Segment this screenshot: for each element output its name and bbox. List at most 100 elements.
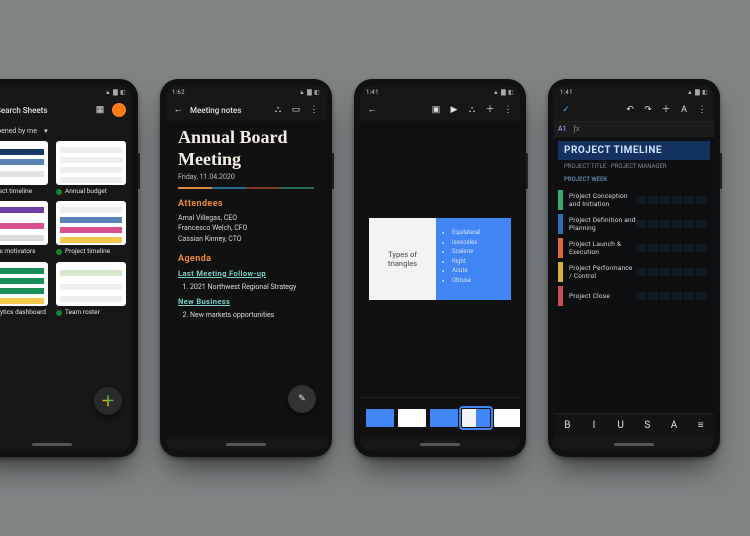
slide-bullet: Acute: [452, 266, 503, 276]
slide-bullet: Right: [452, 257, 503, 267]
doc-card[interactable]: Analytics dashboard: [0, 262, 48, 316]
doc-thumbnail: [56, 262, 126, 306]
back-icon[interactable]: ←: [366, 104, 378, 116]
status-bar: 1:41 ▲▇◧: [360, 85, 520, 99]
new-doc-fab[interactable]: ＋: [94, 387, 122, 415]
bold-button[interactable]: B: [560, 419, 574, 433]
gesture-bar: [0, 437, 132, 451]
strike-button[interactable]: S: [640, 419, 654, 433]
doc-thumbnail: [56, 201, 126, 245]
agenda-item-1: 2021 Northwest Regional Strategy: [190, 282, 314, 293]
accent-bar: [178, 187, 314, 189]
search-bar[interactable]: ≡ Search Sheets ▦: [0, 99, 132, 121]
phase-row[interactable]: Project Launch & Execution: [558, 238, 710, 258]
doc-thumbnail: [56, 141, 126, 185]
slide-canvas[interactable]: Types of triangles EquilateralIsoscelesS…: [360, 121, 520, 397]
meeting-date: Friday, 11.04.2020: [178, 173, 314, 181]
cast-icon[interactable]: ▣: [430, 104, 442, 116]
plus-icon: ＋: [101, 391, 115, 411]
phase-timeline-cells: [636, 196, 710, 204]
meeting-title-line2: Meeting: [178, 149, 314, 169]
redo-icon[interactable]: ↷: [642, 104, 654, 116]
meeting-title-line1: Annual Board: [178, 127, 314, 147]
slide-bullet: Scalene: [452, 247, 503, 257]
filmstrip: ▦: [360, 397, 520, 437]
doc-card[interactable]: Annual budget: [56, 141, 126, 195]
slide-thumb-1[interactable]: [366, 409, 394, 427]
doc-card[interactable]: Project timeline: [56, 201, 126, 255]
fx-icon: ƒx: [571, 123, 583, 135]
phase-row[interactable]: Project Performance / Control: [558, 262, 710, 282]
doc-name: Team roster: [65, 309, 100, 316]
italic-button[interactable]: I: [587, 419, 601, 433]
slide-thumb-3[interactable]: [430, 409, 458, 427]
comment-icon[interactable]: ▭: [290, 104, 302, 116]
insert-icon[interactable]: ＋: [660, 104, 672, 116]
phase-name: Project Performance / Control: [563, 264, 636, 280]
format-icon[interactable]: A: [678, 104, 690, 116]
slide-body: EquilateralIsoscelesScaleneRightAcuteObt…: [436, 218, 511, 300]
doc-name: Analytics dashboard: [0, 309, 46, 316]
insert-icon[interactable]: ＋: [484, 104, 496, 116]
attendees-list: Amal Villegas, CEOFrancesco Welch, CFOCa…: [178, 213, 314, 243]
doc-name: Annual budget: [65, 188, 107, 195]
status-time: 1:41: [366, 89, 379, 96]
phase-timeline-cells: [636, 244, 710, 252]
people-icon[interactable]: ⛬: [466, 104, 478, 116]
align-button[interactable]: ≡: [694, 419, 708, 433]
sheets-icon: [56, 249, 62, 255]
edit-fab[interactable]: ✎: [288, 385, 316, 413]
cell-reference: A1: [558, 125, 567, 133]
underline-button[interactable]: U: [614, 419, 628, 433]
format-toolbar: BIUSA ≡: [554, 413, 714, 437]
people-icon[interactable]: ⛬: [272, 104, 284, 116]
phone-sheets-editor: 1:41 ▲▇◧ ✓ ↶ ↷ ＋ A ⋮ A1 ƒx PROJECT TIMEL…: [548, 79, 720, 457]
accept-icon[interactable]: ✓: [560, 104, 572, 116]
overflow-icon[interactable]: ⋮: [308, 104, 320, 116]
agenda-heading: Agenda: [178, 254, 314, 264]
slide-thumb-4-selected[interactable]: [462, 409, 490, 427]
doc-thumbnail: [0, 262, 48, 306]
sheet-title-cell[interactable]: PROJECT TIMELINE: [558, 141, 710, 160]
doc-thumbnail: [0, 201, 48, 245]
overflow-icon[interactable]: ⋮: [502, 104, 514, 116]
phone-slides: 1:41 ▲▇◧ ← ▣ ▶ ⛬ ＋ ⋮ Types of triangles …: [354, 79, 526, 457]
gesture-bar: [360, 437, 520, 451]
doc-card[interactable]: Sales motivators: [0, 201, 48, 255]
phase-name: Project Close: [563, 292, 636, 300]
phone-sheets-home: 1:62 ▲▇◧ ≡ Search Sheets ▦ Last opened b…: [0, 79, 138, 457]
text-color-button[interactable]: A: [667, 419, 681, 433]
present-icon[interactable]: ▶: [448, 104, 460, 116]
avatar[interactable]: [112, 103, 126, 117]
overflow-icon[interactable]: ⋮: [696, 104, 708, 116]
formula-bar[interactable]: A1 ƒx: [554, 121, 714, 137]
slide-thumb-2[interactable]: [398, 409, 426, 427]
status-icons: ▲▇◧: [105, 89, 126, 96]
status-time: 1:41: [560, 89, 573, 96]
doc-thumbnail: [0, 141, 48, 185]
doc-card[interactable]: Project timeline: [0, 141, 48, 195]
phase-name: Project Conception and Initiation: [563, 192, 636, 208]
phase-row[interactable]: Project Close: [558, 286, 710, 306]
phase-timeline-cells: [636, 268, 710, 276]
grid-view-icon[interactable]: ▦: [94, 104, 106, 116]
search-placeholder: Search Sheets: [0, 106, 88, 115]
phone-docs-meeting: 1:62 ▲▇◧ ← Meeting notes ⛬ ▭ ⋮ Annual Bo…: [160, 79, 332, 457]
doc-name: Project timeline: [65, 248, 110, 255]
agenda-item-2: New markets opportunities: [190, 310, 314, 321]
status-bar: 1:41 ▲▇◧: [554, 85, 714, 99]
phase-row[interactable]: Project Definition and Planning: [558, 214, 710, 234]
filter-chip[interactable]: Last opened by me ▾: [0, 125, 52, 137]
sheet-meta: PROJECT TITLE · PROJECT MANAGER: [558, 160, 710, 173]
attendees-heading: Attendees: [178, 199, 314, 209]
phase-name: Project Launch & Execution: [563, 240, 636, 256]
phase-row[interactable]: Project Conception and Initiation: [558, 190, 710, 210]
doc-name: Project timeline: [0, 188, 32, 195]
doc-card[interactable]: Team roster: [56, 262, 126, 316]
phase-name: Project Definition and Planning: [563, 216, 636, 232]
attendee: Amal Villegas, CEO: [178, 213, 314, 223]
slide-thumb-5[interactable]: [494, 409, 520, 427]
back-icon[interactable]: ←: [172, 104, 184, 116]
undo-icon[interactable]: ↶: [624, 104, 636, 116]
status-bar: 1:62 ▲▇◧: [0, 85, 132, 99]
